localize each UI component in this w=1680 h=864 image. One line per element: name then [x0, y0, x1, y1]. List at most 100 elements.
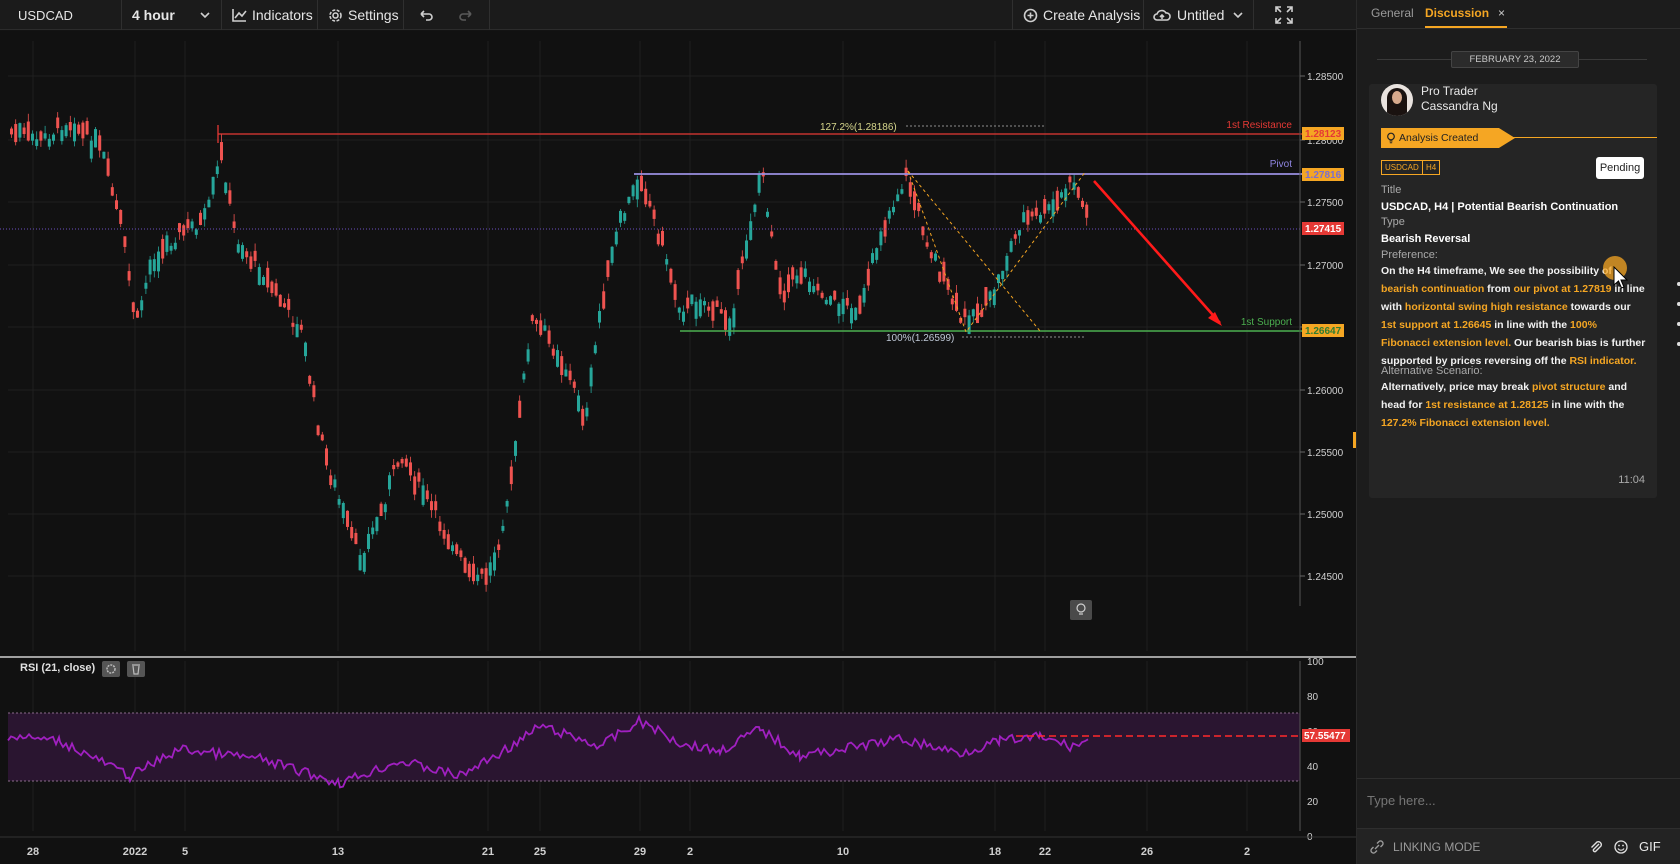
idea-button[interactable] [1070, 600, 1092, 620]
candle-body [291, 322, 295, 327]
message-input[interactable] [1367, 788, 1667, 812]
candle-body [740, 256, 744, 264]
candle-body [887, 210, 891, 219]
chart-area[interactable]: 1st Resistance Pivot 1st Support 127.2%(… [0, 31, 1356, 864]
candle-body [690, 294, 694, 305]
avatar-face [1392, 91, 1402, 104]
status-badge[interactable]: Pending [1596, 157, 1644, 179]
text-run: Alternatively, price may break [1381, 381, 1532, 393]
layout-dropdown[interactable]: Untitled [1144, 0, 1254, 30]
candle-body [52, 134, 55, 141]
link-icon[interactable] [1369, 839, 1385, 855]
candle-body [833, 290, 837, 300]
create-analysis-button[interactable]: Create Analysis [1012, 0, 1144, 30]
candlesticks [10, 112, 1089, 592]
candle-body [455, 544, 459, 555]
candle-body [593, 345, 597, 354]
linking-mode-label[interactable]: LINKING MODE [1393, 840, 1480, 854]
date-badge: FEBRUARY 23, 2022 [1451, 51, 1579, 68]
candle-body [992, 289, 996, 306]
price-chart[interactable]: 1st Resistance Pivot 1st Support 127.2%(… [0, 31, 1356, 864]
highlighted-text: 127.2% Fibonacci extension level. [1381, 417, 1550, 429]
analysis-type: Bearish Reversal [1381, 233, 1471, 245]
price-tick-label: 1.28500 [1307, 72, 1344, 83]
candle-body [568, 370, 572, 381]
candle-body [1026, 210, 1030, 225]
candle-body [787, 274, 790, 293]
candle-body [220, 142, 223, 161]
candle-body [942, 261, 946, 282]
candle-body [871, 253, 874, 264]
rsi-value: 57.55477 [1304, 731, 1346, 742]
candle-body [896, 194, 900, 202]
candle-body [766, 211, 769, 217]
indicators-button[interactable]: Indicators [222, 0, 318, 30]
candle-body [165, 235, 169, 252]
tab-general[interactable]: General [1371, 0, 1414, 28]
rsi-axis: 100806040200 [1307, 657, 1324, 843]
candle-body [703, 301, 706, 306]
avatar[interactable] [1381, 84, 1413, 116]
date-tick-label: 25 [534, 846, 546, 858]
candle-body [354, 532, 358, 545]
candle-body [459, 550, 463, 558]
timeframe-dropdown[interactable]: 4 hour [122, 0, 222, 30]
attachment-icon[interactable] [1589, 839, 1603, 855]
candle-body [875, 248, 879, 260]
candle-body [858, 295, 862, 314]
analysis-panel: General Discussion × FEBRUARY 23, 2022 P… [1356, 0, 1680, 864]
candle-body [270, 281, 274, 294]
current-price: 1.27415 [1305, 224, 1342, 235]
candle-body [900, 189, 904, 194]
candle-body [1018, 230, 1021, 236]
rsi-settings-button[interactable] [102, 661, 120, 677]
preference-text: On the H4 timeframe, We see the possibil… [1381, 262, 1647, 370]
candle-body [446, 534, 450, 550]
support-price: 1.26647 [1305, 326, 1342, 337]
price-tick-label: 1.25000 [1307, 510, 1344, 521]
candle-body [539, 320, 543, 335]
candle-body [157, 251, 160, 272]
support-label: 1st Support [1241, 317, 1292, 328]
analysis-title: USDCAD, H4 | Potential Bearish Continuat… [1381, 201, 1619, 213]
candle-body [182, 225, 186, 236]
undo-icon[interactable] [418, 8, 434, 22]
candle-body [392, 464, 396, 470]
candle-body [144, 282, 148, 289]
candle-body [1030, 211, 1034, 217]
emoji-icon[interactable] [1613, 839, 1629, 855]
gif-button[interactable]: GIF [1639, 839, 1661, 854]
candle-body [73, 123, 76, 142]
candle-body [1013, 234, 1017, 239]
candle-body [274, 283, 278, 296]
candle-body [278, 294, 282, 307]
candle-body [850, 308, 853, 324]
candle-body [581, 408, 585, 426]
candle-body [1039, 214, 1042, 223]
candle-body [417, 472, 421, 482]
candle-body [526, 349, 530, 362]
candle-body [299, 324, 303, 330]
panel-resize-handle[interactable] [1353, 432, 1356, 448]
tab-discussion-label: Discussion [1425, 6, 1490, 20]
fullscreen-button[interactable] [1254, 0, 1314, 30]
author-name: Cassandra Ng [1421, 99, 1498, 113]
redo-icon[interactable] [458, 8, 474, 22]
rsi-tick-label: 40 [1307, 762, 1319, 773]
close-icon[interactable]: × [1498, 0, 1505, 27]
candle-body [509, 466, 513, 485]
tab-discussion[interactable]: Discussion × [1425, 0, 1508, 28]
candle-body [1043, 199, 1047, 214]
candle-body [627, 196, 631, 204]
candle-body [497, 544, 501, 550]
candle-body [362, 552, 366, 572]
symbol-selector[interactable]: USDCAD [0, 0, 122, 30]
rsi-band [8, 713, 1300, 781]
candle-body [308, 375, 312, 384]
date-tick-label: 29 [634, 846, 646, 858]
plus-circle-icon [1023, 8, 1038, 22]
candle-body [371, 527, 375, 535]
settings-button[interactable]: Settings [318, 0, 404, 30]
candle-body [304, 342, 307, 357]
candle-body [665, 259, 669, 265]
